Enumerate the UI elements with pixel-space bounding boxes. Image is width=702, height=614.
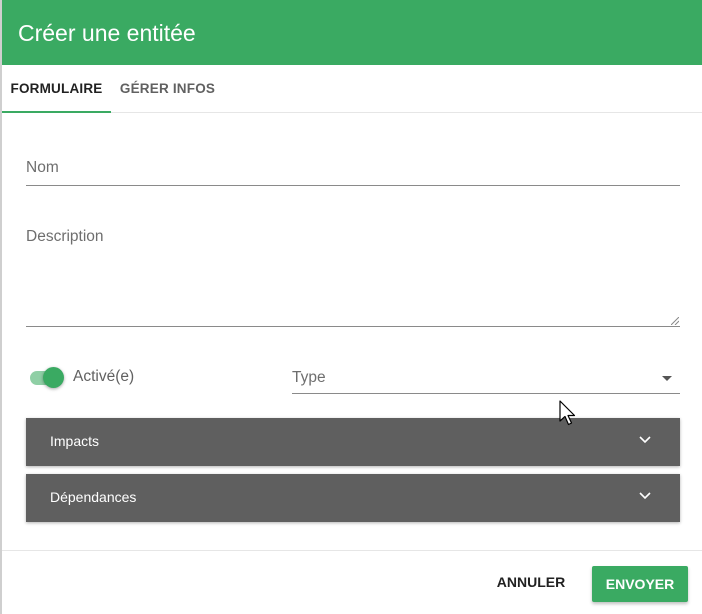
enabled-toggle-label: Activé(e) — [73, 368, 135, 385]
toggle-thumb — [43, 367, 64, 388]
resize-handle-icon[interactable] — [671, 317, 679, 325]
dialog-title: Créer une entitée — [18, 20, 196, 46]
tab-formulaire[interactable]: FORMULAIRE — [2, 65, 111, 113]
chevron-down-icon — [639, 492, 651, 500]
chevron-down-icon — [639, 436, 651, 444]
name-field[interactable]: Nom — [26, 150, 680, 186]
create-entity-dialog: Créer une entitée FORMULAIRE GÉRER INFOS… — [0, 0, 702, 614]
impacts-panel-label: Impacts — [50, 433, 100, 449]
type-select-label: Type — [292, 369, 326, 386]
cancel-button[interactable]: ANNULER — [488, 564, 574, 600]
dropdown-arrow-icon — [662, 376, 672, 381]
dependances-panel[interactable]: Dépendances — [26, 474, 680, 522]
impacts-panel[interactable]: Impacts — [26, 418, 680, 466]
dependances-panel-label: Dépendances — [50, 489, 137, 505]
footer-divider — [2, 550, 702, 551]
dialog-header: Créer une entitée — [2, 0, 702, 65]
active-tab-indicator — [2, 111, 111, 113]
description-field[interactable]: Description — [26, 220, 680, 327]
name-field-label: Nom — [26, 159, 59, 176]
description-field-label: Description — [26, 228, 104, 245]
tab-bar: FORMULAIRE GÉRER INFOS — [2, 65, 702, 113]
enabled-toggle[interactable] — [28, 366, 66, 390]
tab-gerer-infos[interactable]: GÉRER INFOS — [111, 65, 224, 113]
type-select[interactable]: Type — [292, 360, 680, 394]
submit-button[interactable]: ENVOYER — [592, 566, 688, 602]
